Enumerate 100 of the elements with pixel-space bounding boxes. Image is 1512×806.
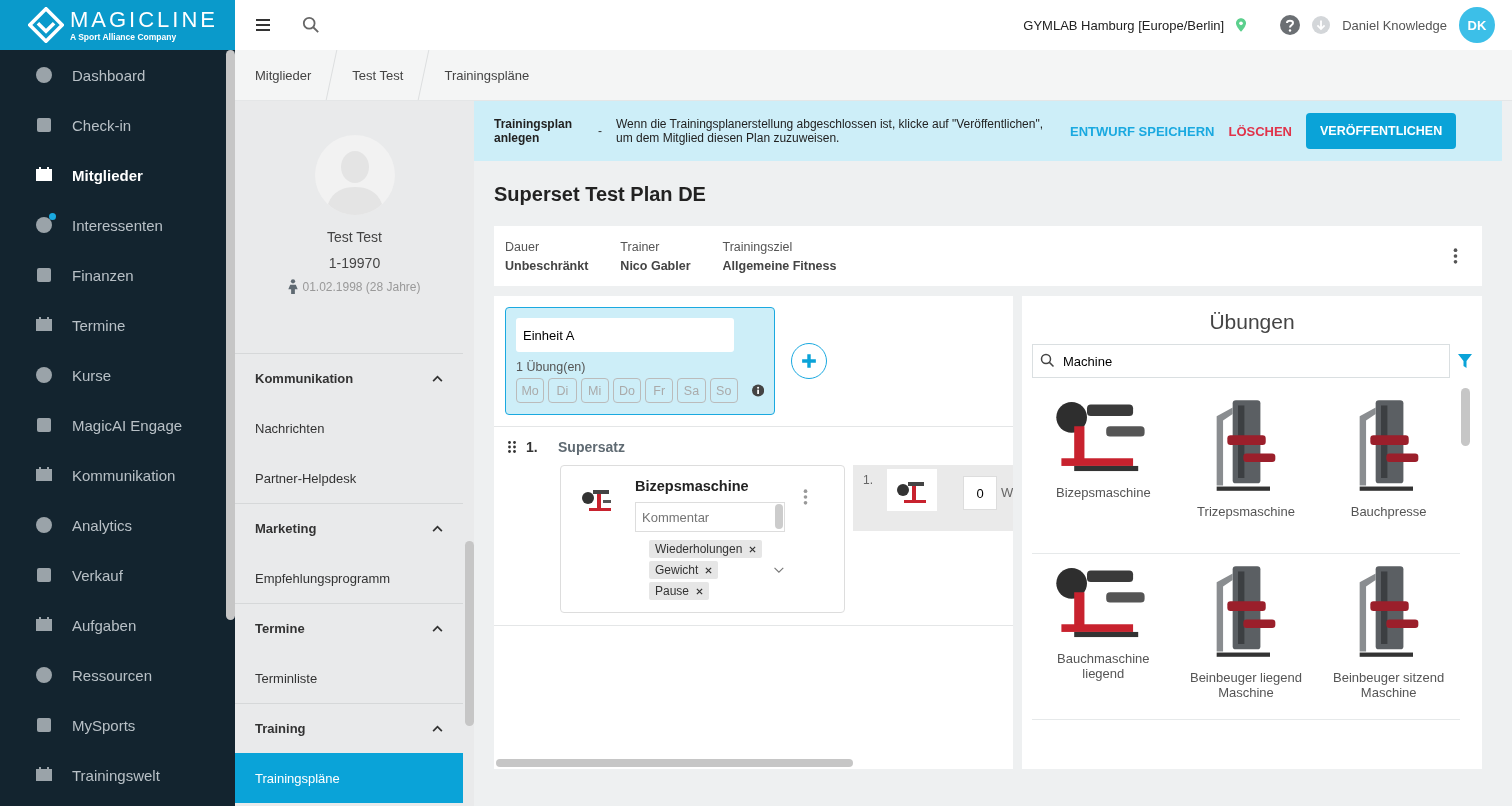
- section-link[interactable]: Empfehlungsprogramm: [235, 553, 463, 603]
- detail-value: Nico Gabler: [620, 258, 691, 273]
- nav-item[interactable]: MagicAI Engage: [0, 400, 226, 450]
- detail-label: Dauer: [505, 239, 541, 254]
- chevron-icon: [432, 725, 443, 732]
- section-header[interactable]: Termine: [235, 603, 463, 653]
- nav-icon: [34, 415, 54, 435]
- exercise-name: Bauchpresse: [1350, 504, 1427, 519]
- nav-item[interactable]: Aufgaben: [0, 600, 226, 650]
- plus-icon: [801, 353, 817, 369]
- nav-item[interactable]: Analytics: [0, 500, 226, 550]
- remove-icon[interactable]: [696, 587, 704, 595]
- parameter-tag[interactable]: Wiederholungen: [649, 540, 763, 558]
- scrollbar[interactable]: [226, 50, 235, 620]
- dropdown-chevron-icon[interactable]: [773, 566, 785, 574]
- scrollbar[interactable]: [496, 759, 853, 767]
- banner-separator: -: [598, 124, 602, 138]
- nav-item[interactable]: MySports: [0, 700, 226, 750]
- remove-icon[interactable]: [749, 545, 757, 553]
- location-pin-icon: [1236, 18, 1247, 32]
- exercise-tile[interactable]: Beinbeuger liegend Maschine: [1174, 554, 1318, 720]
- section-link[interactable]: Terminliste: [235, 653, 463, 703]
- add-unit-button[interactable]: [791, 343, 827, 379]
- parameter-tag[interactable]: Pause: [649, 582, 710, 600]
- nav-icon: [34, 515, 54, 535]
- nav-item[interactable]: Mitglieder: [0, 150, 226, 200]
- plan-title: Superset Test Plan DE: [494, 183, 707, 206]
- action-button[interactable]: LÖSCHEN: [1228, 123, 1292, 139]
- scrollbar[interactable]: [775, 504, 783, 529]
- exercise-tile[interactable]: Trizepsmaschine: [1174, 388, 1318, 554]
- comment-field[interactable]: Kommentar: [635, 502, 785, 532]
- exercise-name: Bizepsmaschine: [1056, 485, 1151, 500]
- help-icon[interactable]: [1280, 15, 1301, 35]
- library-title: Übungen: [1208, 310, 1296, 334]
- nav-item[interactable]: Finanzen: [0, 250, 226, 300]
- detail-value: Allgemeine Fitness: [722, 258, 837, 273]
- block-number: 1.: [526, 439, 539, 455]
- parameter-tag[interactable]: Gewicht: [649, 561, 719, 579]
- logo-title: MAGICLINE: [70, 8, 219, 32]
- person-icon: [288, 279, 299, 294]
- chevron-icon: [432, 375, 443, 382]
- drag-handle-icon[interactable]: [508, 441, 516, 453]
- unit-name-field[interactable]: Einheit A: [516, 318, 734, 352]
- location-label[interactable]: GYMLAB Hamburg [Europe/Berlin]: [1023, 17, 1225, 33]
- section-header[interactable]: Kommunikation: [235, 353, 463, 403]
- breadcrumb[interactable]: Trainingspläne: [424, 50, 550, 100]
- nav-icon: [34, 565, 54, 585]
- nav-item[interactable]: Kommunikation: [0, 450, 226, 500]
- nav-icon: [34, 215, 54, 235]
- banner-title: Trainingsplan anlegen: [494, 117, 573, 145]
- logo-subtitle: A Sport Alliance Company: [70, 32, 178, 42]
- member-birthdate: 01.02.1998 (28 Jahre): [302, 279, 421, 294]
- more-options-icon[interactable]: [1453, 247, 1458, 265]
- nav-icon: [34, 115, 54, 135]
- exercise-tile[interactable]: Bauchpresse: [1317, 388, 1460, 554]
- section-header[interactable]: Marketing: [235, 503, 463, 553]
- remove-icon[interactable]: [705, 566, 713, 574]
- exercise-tile[interactable]: Bizepsmaschine: [1032, 388, 1175, 554]
- breadcrumb[interactable]: Mitglieder: [235, 50, 332, 100]
- menu-icon[interactable]: [256, 19, 270, 31]
- exercise-name: Beinbeuger liegend Maschine: [1188, 670, 1303, 700]
- member-name: Test Test: [327, 229, 382, 245]
- nav-item[interactable]: Trainingswelt: [0, 750, 226, 800]
- nav-icon: [34, 665, 54, 685]
- member-number: 1-19970: [328, 255, 381, 271]
- exercise-search-field[interactable]: Machine: [1032, 344, 1450, 378]
- nav-item[interactable]: Dashboard: [0, 50, 226, 100]
- nav-item[interactable]: Verkauf: [0, 550, 226, 600]
- section-link[interactable]: Nachrichten: [235, 403, 463, 453]
- exercise-name: Trizepsmaschine: [1197, 504, 1295, 519]
- scrollbar[interactable]: [465, 541, 474, 726]
- exercise-name: Bauchmaschine liegend: [1056, 651, 1151, 681]
- set-value-field[interactable]: 0: [963, 476, 997, 510]
- exercise-tile[interactable]: Beinbeuger sitzend Maschine: [1317, 554, 1460, 720]
- detail-label: Trainingsziel: [722, 239, 794, 254]
- nav-icon: [34, 265, 54, 285]
- scrollbar[interactable]: [1461, 388, 1470, 446]
- chevron-icon: [432, 525, 443, 532]
- nav-item[interactable]: Interessenten: [0, 200, 226, 250]
- exercise-tile[interactable]: Bauchmaschine liegend: [1032, 554, 1175, 720]
- info-icon[interactable]: [751, 384, 765, 397]
- breadcrumb[interactable]: Test Test: [332, 50, 424, 100]
- set-column-label: W: [1001, 485, 1013, 500]
- logo-icon: [28, 7, 64, 43]
- nav-item[interactable]: Check-in: [0, 100, 226, 150]
- unit-card[interactable]: Einheit A 1 Übung(en) Mo Di Mi Do Fr Sa So: [505, 307, 775, 415]
- detail-value: Unbeschränkt: [505, 258, 589, 273]
- exercise-count: 1 Übung(en): [516, 360, 587, 374]
- nav-item[interactable]: Kurse: [0, 350, 226, 400]
- nav-item[interactable]: Ressourcen: [0, 650, 226, 700]
- filter-icon[interactable]: [1458, 354, 1472, 368]
- nav-icon: [34, 715, 54, 735]
- exercise-name: Bizepsmaschine: [635, 478, 750, 494]
- search-icon[interactable]: [302, 16, 320, 34]
- section-link[interactable]: Partner-Helpdesk: [235, 453, 463, 503]
- nav-icon: [34, 65, 54, 85]
- chevron-icon: [432, 625, 443, 632]
- user-name[interactable]: Daniel Knowledge: [1342, 17, 1447, 33]
- nav-item[interactable]: Termine: [0, 300, 226, 350]
- set-number: 1.: [863, 473, 873, 487]
